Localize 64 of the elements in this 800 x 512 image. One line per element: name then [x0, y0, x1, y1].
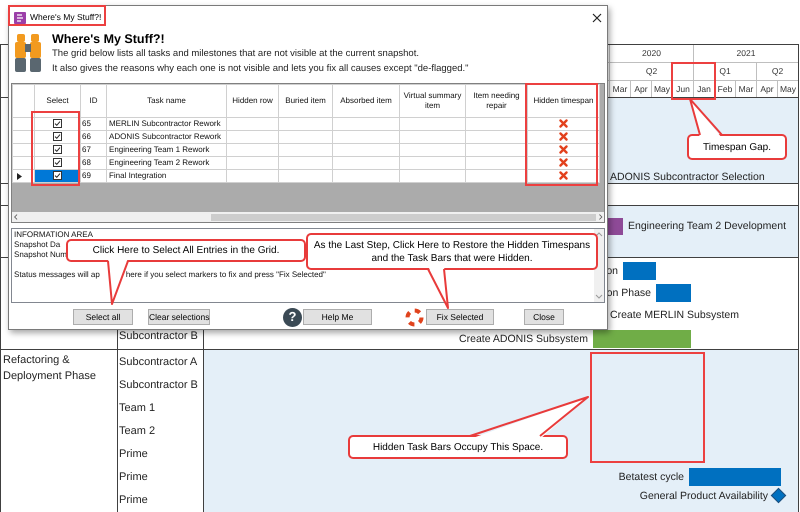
- task-label: Create MERLIN Subsystem: [610, 308, 739, 324]
- resource-label: Prime: [119, 470, 148, 486]
- table-cell: 67: [82, 145, 91, 154]
- month-label: May: [654, 82, 670, 96]
- quarter-label: Q2: [772, 65, 784, 78]
- phase-label: Refactoring & Deployment Phase: [3, 353, 97, 384]
- dialog-heading: Where's My Stuff?!: [52, 31, 166, 47]
- year-label: 2021: [736, 47, 756, 60]
- milestone-label: General Product Availability: [640, 489, 768, 504]
- column-header[interactable]: Item needing repair: [466, 84, 528, 118]
- button[interactable]: Help Me: [303, 309, 372, 325]
- table-cell: Engineering Team 1 Rework: [109, 145, 210, 154]
- info-text: Snapshot Da: [14, 240, 60, 250]
- callout: Hidden Task Bars Occupy This Space.: [347, 396, 589, 460]
- status-text: Status messages will ap: [14, 270, 100, 280]
- button[interactable]: Fix Selected: [426, 309, 494, 325]
- task-label: Betatest cycle: [618, 470, 684, 484]
- month-label: Jun: [676, 82, 690, 96]
- resource-label: Team 2: [119, 424, 156, 440]
- year-label: 2020: [642, 47, 661, 60]
- button[interactable]: Clear selections: [148, 309, 210, 325]
- column-header[interactable]: Hidden timespan: [528, 84, 600, 118]
- quarter-label: Q1: [719, 65, 731, 78]
- table-cell: 69: [82, 171, 91, 180]
- resource-label: Subcontractor B: [119, 329, 198, 344]
- quarter-label: Q2: [646, 65, 658, 78]
- resource-label: Prime: [119, 447, 148, 462]
- resource-label: Team 1: [119, 401, 156, 416]
- column-header[interactable]: Task name: [106, 84, 226, 118]
- month-label: Apr: [634, 82, 648, 96]
- month-label: Feb: [718, 82, 732, 96]
- status-text: here if you select markers to fix and press "Fix Selected": [126, 270, 326, 280]
- button[interactable]: Select all: [73, 309, 133, 325]
- table-cell: Final Integration: [109, 171, 166, 180]
- column-header[interactable]: ID: [80, 84, 106, 118]
- column-header[interactable]: Buried item: [278, 84, 332, 118]
- column-header[interactable]: Select: [34, 84, 80, 118]
- button[interactable]: Close: [524, 309, 564, 325]
- column-header[interactable]: Absorbed item: [332, 84, 400, 118]
- month-label: May: [780, 82, 796, 96]
- info-text: INFORMATION AREA: [14, 230, 93, 240]
- task-label: ADONIS Subcontractor Selection: [610, 170, 765, 185]
- table-cell: 65: [82, 119, 91, 128]
- window-title: Where's My Stuff?!: [30, 11, 102, 24]
- month-label: Mar: [612, 82, 628, 96]
- table-cell: Engineering Team 2 Rework: [109, 158, 210, 167]
- table-cell: 68: [82, 158, 91, 167]
- description-text: The grid below lists all tasks and milestones that are not visible at the current snapshot.: [52, 48, 420, 60]
- resource-label: Prime: [119, 493, 148, 508]
- month-label: Mar: [738, 82, 754, 96]
- task-label: Engineering Team 2 Development: [628, 219, 786, 234]
- description-text: It also gives the reasons why each one is not visible and lets you fix all causes except "de-flagged.": [52, 63, 469, 75]
- month-label: Apr: [760, 82, 774, 96]
- help-icon[interactable]: ?: [283, 308, 302, 326]
- table-cell: MERLIN Subcontractor Rework: [109, 119, 221, 128]
- task-label: Create ADONIS Subsystem: [459, 332, 588, 346]
- table-cell: 66: [82, 132, 91, 141]
- column-header[interactable]: Virtual summary item: [400, 84, 466, 118]
- column-header[interactable]: Hidden row: [226, 84, 278, 118]
- resource-label: Subcontractor A: [119, 355, 198, 370]
- table-cell: ADONIS Subcontractor Rework: [109, 132, 222, 141]
- month-label: Jan: [697, 82, 711, 96]
- callout: Timespan Gap.: [686, 98, 788, 161]
- resource-label: Subcontractor B: [119, 378, 198, 394]
